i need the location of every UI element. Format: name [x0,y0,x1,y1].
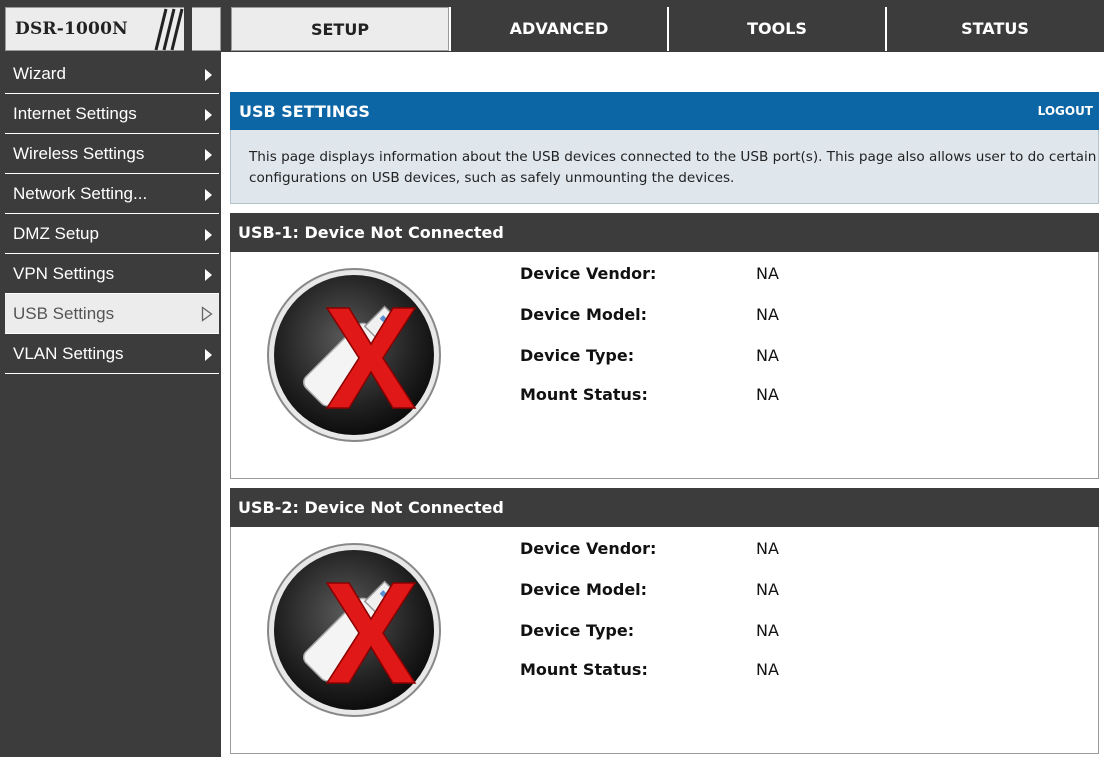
sidebar-item-wizard[interactable]: Wizard [5,54,219,94]
sidebar-item-label: USB Settings [13,304,115,323]
page-description: This page displays information about the… [230,130,1099,204]
logout-link[interactable]: LOGOUT [1038,104,1093,118]
arrow-right-icon [205,229,212,241]
device-model-label: Device Model: [520,305,648,324]
sidebar-item-label: Wireless Settings [13,144,145,163]
mount-status-value: NA [756,660,779,679]
arrow-right-icon [205,69,212,81]
tab-tools[interactable]: TOOLS [667,7,885,51]
sidebar-item-wireless-settings[interactable]: Wireless Settings [5,134,219,174]
device-type-label: Device Type: [520,346,635,365]
arrow-right-icon [205,109,212,121]
device-model-label: Device Model: [520,580,648,599]
device-type-value: NA [756,346,779,365]
usb-1-panel: USB-1: Device Not Connected Device Vendo… [230,213,1099,479]
mount-status-label: Mount Status: [520,385,648,404]
page-header: USB SETTINGS LOGOUT [230,92,1099,130]
device-logo: DSR-1000N [5,6,221,54]
usb-disconnected-icon [267,268,441,442]
logo-slashes-icon [154,6,192,54]
device-vendor-value: NA [756,539,779,558]
mount-status-value: NA [756,385,779,404]
sidebar-item-label: Wizard [13,64,66,83]
sidebar-item-label: VLAN Settings [13,344,124,363]
device-model-value: NA [756,305,779,324]
sidebar-item-usb-settings[interactable]: USB Settings [5,294,219,334]
arrow-right-outline-icon [201,306,213,322]
device-type-label: Device Type: [520,621,635,640]
usb-1-panel-title: USB-1: Device Not Connected [230,213,1099,252]
sidebar-item-network-settings[interactable]: Network Setting... [5,174,219,214]
arrow-right-icon [205,149,212,161]
device-model-name: DSR-1000N [15,19,128,39]
device-vendor-label: Device Vendor: [520,539,657,558]
sidebar-item-label: Network Setting... [13,184,148,203]
tab-status[interactable]: STATUS [885,7,1103,51]
sidebar-item-internet-settings[interactable]: Internet Settings [5,94,219,134]
usb-2-panel-title: USB-2: Device Not Connected [230,488,1099,527]
tab-advanced[interactable]: ADVANCED [449,7,667,51]
device-type-value: NA [756,621,779,640]
sidebar-menu: Wizard Internet Settings Wireless Settin… [0,52,221,757]
arrow-right-icon [205,189,212,201]
tab-setup[interactable]: SETUP [231,7,449,51]
top-navigation-bar: DSR-1000N SETUP ADVANCED TOOLS STATUS [0,0,1104,54]
usb-disconnected-icon [267,543,441,717]
sidebar-item-label: DMZ Setup [13,224,99,243]
device-vendor-value: NA [756,264,779,283]
arrow-right-icon [205,269,212,281]
page-title: USB SETTINGS [239,102,370,121]
arrow-right-icon [205,349,212,361]
mount-status-label: Mount Status: [520,660,648,679]
sidebar-item-vpn-settings[interactable]: VPN Settings [5,254,219,294]
device-model-value: NA [756,580,779,599]
sidebar-item-label: VPN Settings [13,264,115,283]
usb-2-panel: USB-2: Device Not Connected Device Vendo… [230,488,1099,754]
sidebar-item-dmz-setup[interactable]: DMZ Setup [5,214,219,254]
sidebar-item-vlan-settings[interactable]: VLAN Settings [5,334,219,374]
device-vendor-label: Device Vendor: [520,264,657,283]
sidebar-item-label: Internet Settings [13,104,137,123]
